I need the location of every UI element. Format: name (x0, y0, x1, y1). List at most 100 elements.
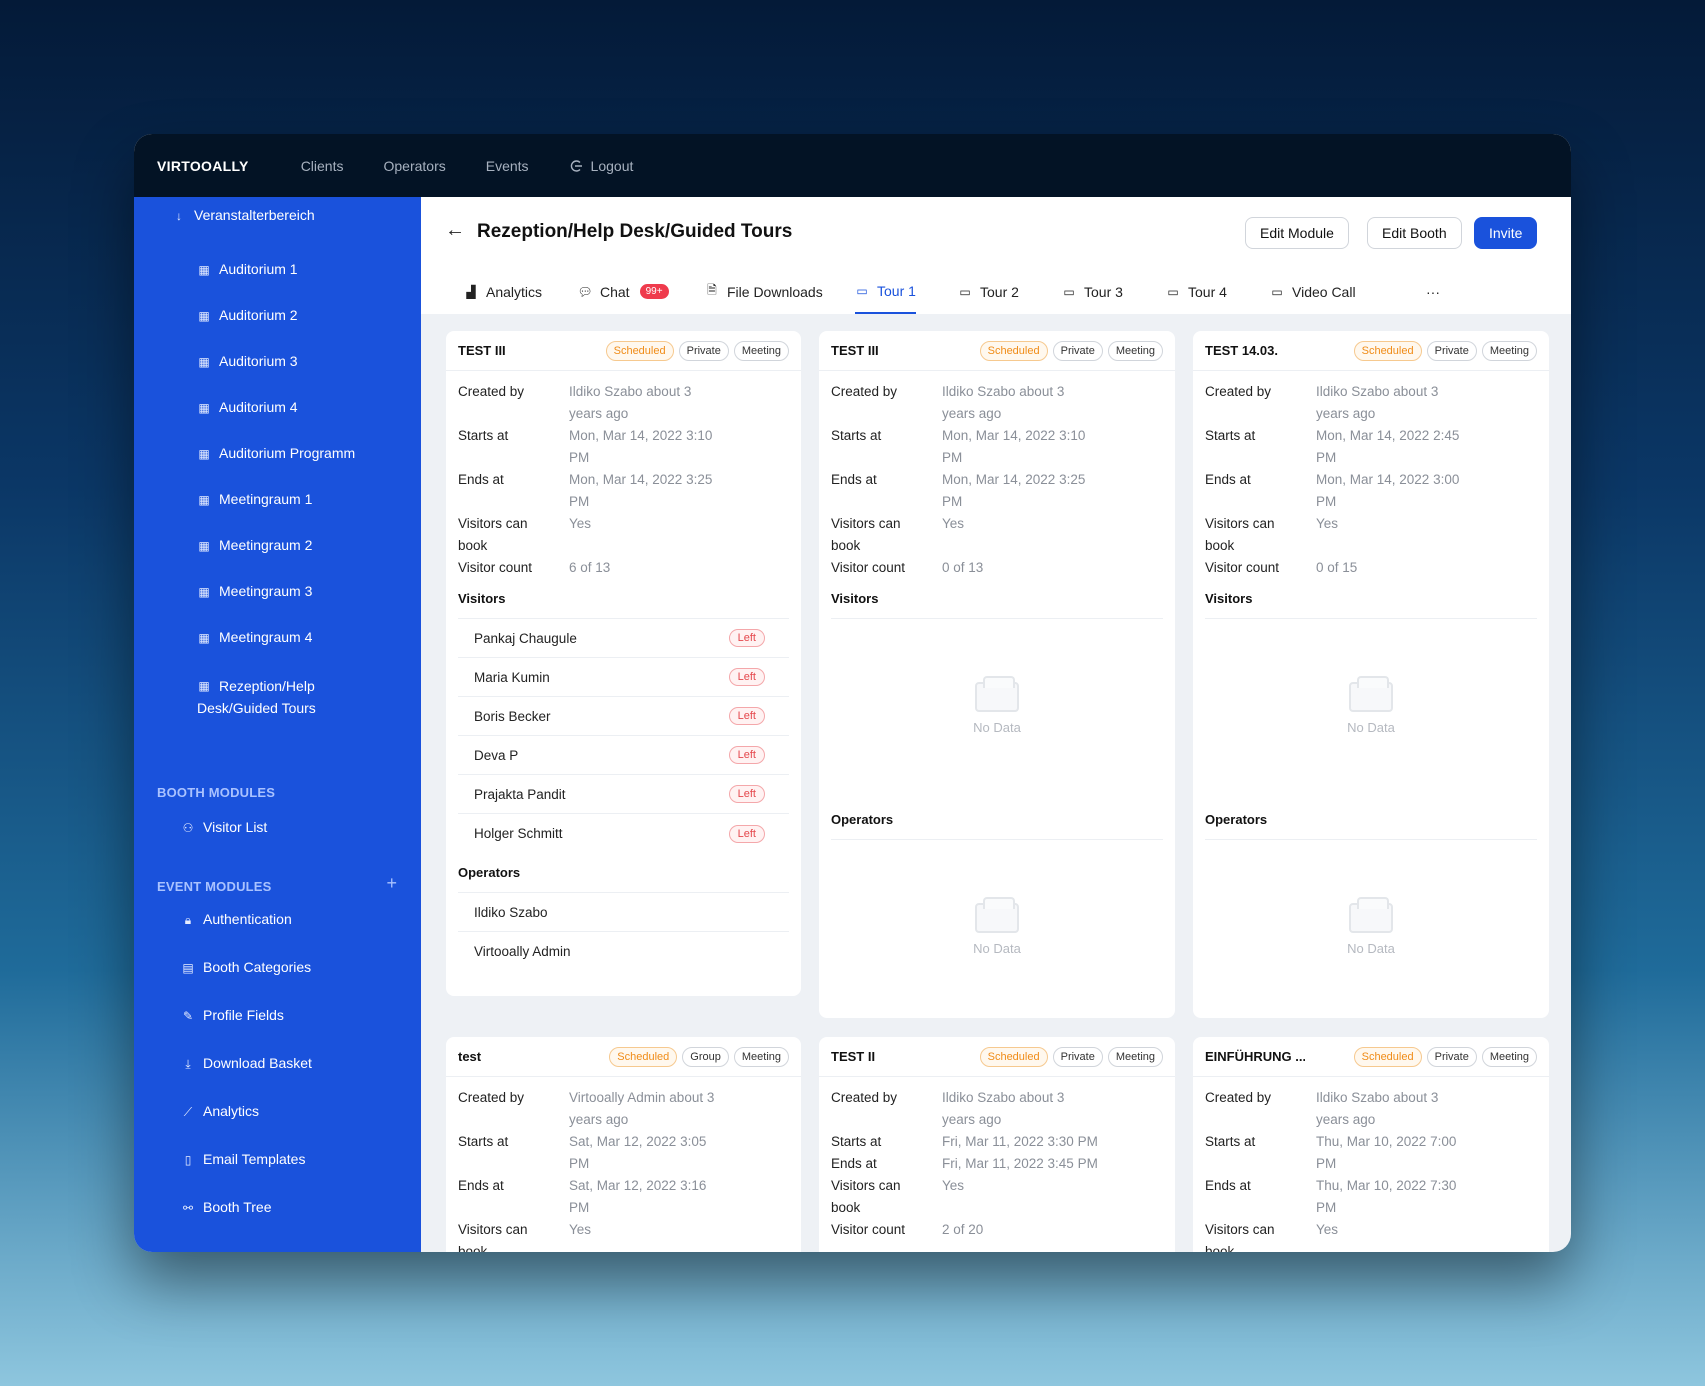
detail-value: Sat, Mar 12, 2022 3:16 PM (569, 1175, 734, 1219)
detail-value: 0 of 15 (1316, 560, 1358, 575)
back-arrow-icon[interactable]: ← (445, 219, 465, 242)
list-item[interactable]: Maria Kumin Left (458, 658, 789, 697)
sidebar-item-auditorium-programm[interactable]: ▦ Auditorium Programm (197, 445, 355, 461)
value-line: years ago (569, 1112, 629, 1127)
detail-value: 0 of 13 (942, 560, 984, 575)
chat-count-badge: 99+ (639, 284, 669, 299)
detail-key: Ends at (831, 1156, 877, 1171)
room-icon: ▦ (198, 309, 210, 323)
tab-analytics[interactable]: ▟ Analytics (464, 269, 542, 314)
tab-tour-1[interactable]: ▭ Tour 1 (855, 269, 916, 314)
sidebar-group-veranstalterbereich[interactable]: ↓ Veranstalterbereich (172, 207, 315, 223)
list-item[interactable]: Prajakta Pandit Left (458, 775, 789, 814)
detail-value: Ildiko Szabo about 3 years ago (942, 381, 1107, 425)
empty-text: No Data (1347, 941, 1395, 956)
card-header: EINFÜHRUNG ... Scheduled Private Meeting (1193, 1037, 1549, 1077)
tab-chat[interactable]: 💬︎ Chat 99+ (577, 269, 669, 314)
list-item[interactable]: Deva P Left (458, 736, 789, 775)
video-icon: ▭ (1063, 284, 1075, 299)
detail-row: Visitor count 2 of 20 (831, 1219, 1163, 1241)
add-module-icon[interactable]: + (386, 873, 397, 894)
value-line: PM (1316, 1200, 1337, 1215)
tab-label: Tour 2 (980, 283, 1019, 300)
room-icon: ▦ (198, 263, 210, 277)
room-icon: ▦ (198, 355, 210, 369)
sidebar-item-auditorium-4[interactable]: ▦ Auditorium 4 (197, 399, 297, 415)
list-item[interactable]: Pankaj Chaugule Left (458, 619, 789, 658)
sidebar-item-meetingraum-2[interactable]: ▦ Meetingraum 2 (197, 537, 312, 553)
edit-booth-button[interactable]: Edit Booth (1367, 217, 1462, 249)
sidebar-item-meetingraum-4[interactable]: ▦ Meetingraum 4 (197, 629, 312, 645)
list-item[interactable]: Boris Becker Left (458, 697, 789, 736)
tab-tour-2[interactable]: ▭ Tour 2 (958, 269, 1019, 314)
key-line: Visitors can (1205, 516, 1275, 531)
nav-logout[interactable]: Logout (569, 158, 633, 174)
detail-value: Yes (569, 516, 592, 531)
room-icon: ▦ (198, 493, 210, 507)
event-modules-heading: EVENT MODULES (157, 879, 272, 894)
sidebar-item-booth-tree[interactable]: ⚯ Booth Tree (181, 1199, 272, 1215)
sidebar-item-auditorium-3[interactable]: ▦ Auditorium 3 (197, 353, 297, 369)
detail-key: Starts at (831, 428, 882, 443)
sidebar-group-label: Veranstalterbereich (194, 207, 315, 223)
tab-tour-4[interactable]: ▭ Tour 4 (1166, 269, 1227, 314)
type-badge: Private (1052, 1046, 1103, 1067)
tab-file-downloads[interactable]: 🗎︎ File Downloads (705, 269, 823, 314)
value-line: Mon, Mar 14, 2022 3:10 (942, 428, 1086, 443)
detail-value: Fri, Mar 11, 2022 3:30 PM (942, 1134, 1098, 1149)
sidebar-item-profile-fields[interactable]: ✎ Profile Fields (181, 1007, 284, 1023)
value-line: PM (569, 494, 590, 509)
category-badge: Meeting (1107, 1046, 1163, 1067)
value-line: PM (1316, 494, 1337, 509)
nav-events[interactable]: Events (486, 158, 529, 174)
sidebar-item-visitor-list[interactable]: ⚇ Visitor List (181, 819, 268, 835)
card-details: Created by Virtooally Admin about 3 years … (446, 1077, 801, 1252)
edit-module-button[interactable]: Edit Module (1245, 217, 1349, 249)
invite-button[interactable]: Invite (1474, 217, 1538, 249)
sidebar-item-download-basket[interactable]: ⤓ Download Basket (181, 1055, 312, 1071)
detail-value: Mon, Mar 14, 2022 3:25 PM (942, 469, 1107, 513)
sidebar-item-authentication[interactable]: 🔒︎ Authentication (181, 911, 292, 927)
card-details: Created by Ildiko Szabo about 3 years ago … (1193, 371, 1549, 579)
nav-operators[interactable]: Operators (383, 158, 445, 174)
tab-label: Tour 1 (877, 282, 916, 299)
detail-key: Visitor count (1205, 560, 1280, 575)
detail-value: Mon, Mar 14, 2022 3:00 PM (1316, 469, 1481, 513)
list-item[interactable]: Holger Schmitt Left (458, 814, 789, 853)
tab-label: Tour 4 (1188, 283, 1227, 300)
tour-card: test Scheduled Group Meeting Created by V… (446, 1037, 801, 1252)
tab-video-call[interactable]: ▭ Video Call (1270, 269, 1355, 314)
tab-tour-3[interactable]: ▭ Tour 3 (1062, 269, 1123, 314)
card-title: TEST 14.03. (1205, 343, 1278, 358)
visitors-heading: Visitors (831, 591, 879, 606)
category-badge: Meeting (1481, 340, 1537, 361)
card-header: test Scheduled Group Meeting (446, 1037, 801, 1077)
detail-value: Thu, Mar 10, 2022 7:00 PM (1316, 1131, 1481, 1175)
card-header: TEST III Scheduled Private Meeting (446, 331, 801, 371)
detail-key: Visitors can book (458, 1219, 569, 1252)
detail-row: Visitors can book Yes (1205, 1219, 1537, 1252)
nav-clients[interactable]: Clients (301, 158, 344, 174)
sidebar-item-meetingraum-3[interactable]: ▦ Meetingraum 3 (197, 583, 312, 599)
status-badge: Scheduled (609, 1046, 678, 1067)
sidebar-item-analytics[interactable]: ⟋ Analytics (181, 1103, 259, 1119)
status-badge: Scheduled (979, 1046, 1048, 1067)
detail-key: Ends at (1205, 1178, 1251, 1193)
visitors-heading: Visitors (1205, 591, 1253, 606)
sidebar-item-rezeption[interactable]: ▦ Rezeption/Help Desk/Guided Tours (197, 675, 316, 719)
value-line: Ildiko Szabo about 3 (1316, 1090, 1439, 1105)
brand-logo[interactable]: VIRTOOALLY (157, 158, 249, 174)
sidebar-item-email-templates[interactable]: ▯ Email Templates (181, 1151, 306, 1167)
sidebar-item-label-cont: Desk/Guided Tours (197, 700, 316, 716)
card-tags: Scheduled Private Meeting (1353, 340, 1537, 361)
tab-more[interactable]: ··· (1426, 269, 1440, 314)
sidebar-item-meetingraum-1[interactable]: ▦ Meetingraum 1 (197, 491, 312, 507)
sidebar-item-auditorium-2[interactable]: ▦ Auditorium 2 (197, 307, 297, 323)
detail-row: Visitor count 0 of 13 (831, 557, 1163, 579)
sidebar-item-auditorium-1[interactable]: ▦ Auditorium 1 (197, 261, 297, 277)
sidebar-item-booth-categories[interactable]: ▤ Booth Categories (181, 959, 311, 975)
card-title: test (458, 1049, 482, 1064)
list-item[interactable]: Virtooally Admin (458, 932, 789, 971)
type-badge: Group (682, 1046, 729, 1067)
list-item[interactable]: Ildiko Szabo (458, 893, 789, 932)
